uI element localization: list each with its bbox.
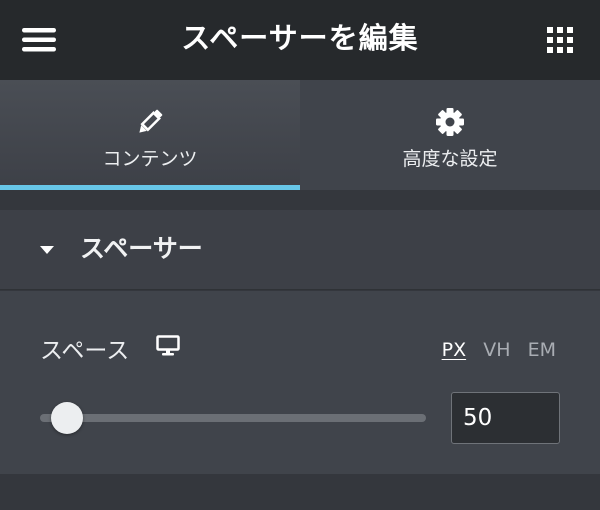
tab-advanced-label: 高度な設定 <box>402 148 498 170</box>
unit-px[interactable]: PX <box>442 339 466 361</box>
desktop-monitor-icon[interactable] <box>156 335 180 357</box>
section-title: スペーサー <box>80 234 203 263</box>
widgets-grid-button[interactable] <box>546 26 574 54</box>
gear-icon <box>434 106 466 138</box>
tab-content[interactable]: コンテンツ <box>0 80 300 190</box>
page-title: スペーサーを編集 <box>181 21 419 55</box>
caret-down-icon <box>39 245 55 255</box>
unit-vh[interactable]: VH <box>483 339 510 361</box>
section-toggle-spacer[interactable]: スペーサー <box>0 210 600 290</box>
slider-handle[interactable] <box>51 402 84 434</box>
space-slider[interactable] <box>40 402 426 434</box>
unit-em[interactable]: EM <box>528 339 556 361</box>
panel-footer-space <box>0 474 600 510</box>
slider-track[interactable] <box>40 414 426 422</box>
tab-advanced[interactable]: 高度な設定 <box>300 80 600 190</box>
space-value-input[interactable] <box>451 392 560 444</box>
active-tab-indicator <box>0 185 300 190</box>
panel-tabs: コンテンツ 高度な設定 <box>0 80 600 190</box>
apps-grid-icon <box>546 26 574 54</box>
space-label: スペース <box>40 338 130 364</box>
editor-header: スペーサーを編集 <box>0 0 600 80</box>
unit-switcher: PX VH EM <box>430 339 556 363</box>
pencil-icon <box>134 106 166 138</box>
tab-content-label: コンテンツ <box>102 148 198 170</box>
space-control: スペース PX VH EM <box>0 291 600 474</box>
